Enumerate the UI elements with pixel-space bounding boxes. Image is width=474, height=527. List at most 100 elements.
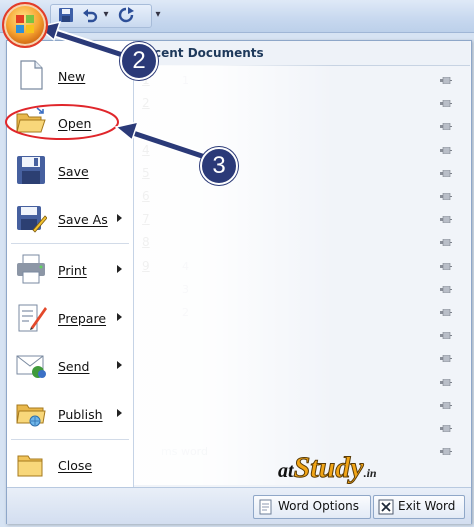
pin-icon[interactable] — [440, 123, 452, 131]
menu-item-publish[interactable]: Publish — [7, 391, 133, 437]
watermark-at: at — [278, 460, 294, 482]
recent-document-row[interactable]: 3 — [134, 278, 470, 301]
exit-word-label: Exit Word — [398, 499, 456, 513]
publish-folder-icon — [16, 404, 46, 427]
recent-document-row[interactable]: 5 — [134, 162, 470, 185]
menu-footer: Word Options Exit Word — [7, 487, 471, 524]
menu-item-label: Publish — [58, 407, 103, 422]
new-document-icon — [20, 60, 43, 90]
recent-document-number: 2 — [142, 96, 150, 111]
watermark-study: Study — [293, 451, 364, 485]
pin-icon[interactable] — [440, 425, 452, 432]
pin-icon[interactable] — [440, 285, 452, 293]
floppy-save-icon — [17, 156, 45, 184]
office-menu: New Open Save Save As Print Prepare Send… — [6, 40, 472, 524]
menu-item-send[interactable]: Send — [7, 343, 133, 389]
submenu-arrow-icon — [117, 214, 122, 222]
pin-icon[interactable] — [440, 401, 452, 409]
recent-document-number: 7 — [142, 212, 150, 227]
recent-document-row[interactable] — [134, 115, 470, 138]
recent-document-name: 4 — [182, 259, 189, 273]
recent-document-row[interactable]: 4 — [134, 139, 470, 162]
atstudy-watermark: atStudy.in — [278, 451, 377, 485]
open-folder-icon — [16, 107, 46, 133]
recent-document-number: 4 — [142, 142, 150, 157]
recent-documents-panel: cent Documents 1 1 2 4 5 6 7 8 9 4 3 2 ms word — [134, 41, 470, 487]
recent-document-row[interactable]: 11 — [134, 69, 470, 92]
watermark-in: .in — [363, 466, 377, 480]
recent-documents-header: cent Documents — [134, 41, 470, 66]
undo-dropdown-icon[interactable]: ▾ — [100, 8, 112, 22]
menu-item-label: Open — [58, 116, 92, 131]
menu-item-label: Close — [58, 458, 93, 473]
prepare-document-icon — [18, 304, 47, 332]
pin-icon[interactable] — [440, 216, 452, 224]
save-icon[interactable] — [58, 7, 74, 23]
recent-document-row[interactable]: 94 — [134, 255, 470, 278]
menu-item-label: New — [58, 69, 86, 84]
recent-document-number: 5 — [142, 165, 150, 180]
recent-document-row[interactable] — [134, 324, 470, 347]
submenu-arrow-icon — [117, 313, 122, 321]
callout-step-2: 2 — [120, 42, 158, 80]
save-as-icon — [17, 206, 47, 233]
menu-item-label: Send — [58, 359, 90, 374]
menu-item-save[interactable]: Save — [7, 148, 133, 194]
submenu-arrow-icon — [117, 361, 122, 369]
menu-item-label: Save — [58, 164, 89, 179]
pin-icon[interactable] — [440, 332, 452, 340]
recent-document-row[interactable]: 2 — [134, 92, 470, 115]
undo-icon[interactable] — [82, 7, 98, 23]
recent-document-row[interactable] — [134, 347, 470, 370]
menu-item-new[interactable]: New — [7, 53, 133, 99]
pin-icon[interactable] — [440, 193, 452, 200]
word-options-icon — [259, 499, 272, 515]
recent-document-name: ms word — [161, 445, 208, 459]
word-options-button[interactable]: Word Options — [253, 495, 371, 519]
menu-commands: New Open Save Save As Print Prepare Send… — [7, 41, 134, 487]
pin-icon[interactable] — [440, 355, 452, 363]
menu-item-prepare[interactable]: Prepare — [7, 295, 133, 341]
pin-icon[interactable] — [440, 169, 452, 177]
recent-document-number: 8 — [142, 235, 150, 250]
menu-divider — [11, 439, 129, 440]
submenu-arrow-icon — [117, 265, 122, 273]
menu-item-close[interactable]: Close — [7, 442, 133, 488]
menu-item-label: Print — [58, 263, 87, 278]
menu-item-label: Prepare — [58, 311, 107, 326]
pin-icon[interactable] — [440, 378, 452, 386]
exit-word-button[interactable]: Exit Word — [373, 495, 465, 519]
exit-icon — [378, 499, 394, 515]
submenu-arrow-icon — [117, 409, 122, 417]
pin-icon[interactable] — [440, 100, 452, 108]
pin-icon[interactable] — [440, 448, 452, 456]
customize-dropdown-icon[interactable]: ▾ — [152, 8, 164, 22]
recent-document-name: 2 — [182, 306, 189, 319]
recent-document-name: 1 — [182, 74, 189, 87]
menu-item-print[interactable]: Print — [7, 247, 133, 293]
recent-document-row[interactable] — [134, 371, 470, 394]
pin-icon[interactable] — [440, 239, 452, 247]
recent-document-row[interactable]: 8 — [134, 231, 470, 254]
menu-item-label: Save As — [58, 212, 108, 227]
recent-document-row[interactable] — [134, 417, 470, 440]
word-options-label: Word Options — [278, 499, 359, 513]
printer-icon — [17, 254, 45, 284]
pin-icon[interactable] — [440, 262, 452, 270]
office-logo-icon — [16, 15, 34, 33]
send-mail-icon — [16, 355, 46, 378]
pin-icon[interactable] — [440, 309, 452, 316]
recent-document-row[interactable]: 2 — [134, 301, 470, 324]
recent-document-row[interactable]: 7 — [134, 208, 470, 231]
recent-document-number: 9 — [142, 258, 150, 273]
quick-access-toolbar: ▾ ▾ — [0, 0, 474, 33]
recent-document-row[interactable]: 6 — [134, 185, 470, 208]
recent-document-row[interactable] — [134, 394, 470, 417]
pin-icon[interactable] — [440, 146, 452, 154]
redo-icon[interactable] — [118, 7, 134, 23]
pin-icon[interactable] — [440, 77, 452, 84]
office-button[interactable] — [2, 2, 48, 48]
menu-item-open[interactable]: Open — [7, 100, 133, 146]
recent-documents-title: cent Documents — [154, 46, 264, 60]
menu-item-save-as[interactable]: Save As — [7, 196, 133, 242]
